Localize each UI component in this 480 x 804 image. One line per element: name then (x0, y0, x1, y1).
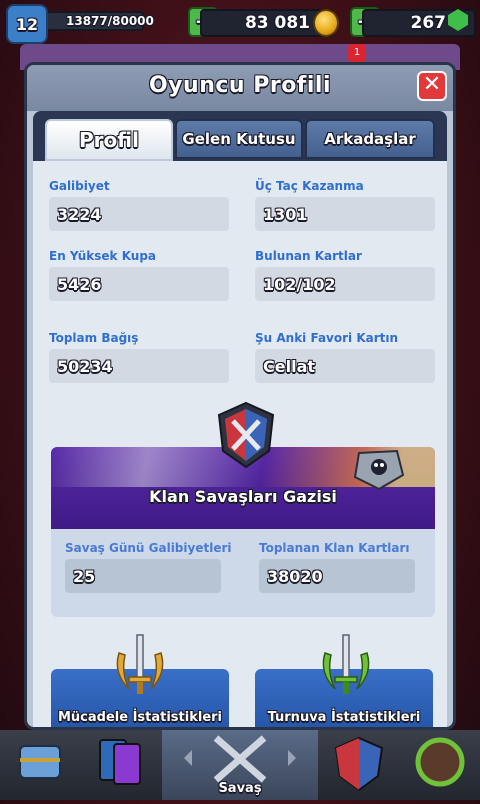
clan-cards-value: 38020 (259, 559, 415, 593)
experience-text: 13877/80000 (66, 14, 154, 28)
nav-battle[interactable]: Savaş (162, 730, 318, 800)
clan-shield-icon (334, 736, 384, 792)
gold-amount: 83 081 (244, 13, 310, 33)
nav-cards[interactable] (80, 730, 162, 800)
highest-trophy-label: En Yüksek Kupa (49, 249, 157, 263)
challenge-stats-title: Mücadele İstatistikleri (57, 710, 223, 725)
top-status-bar: 13877/80000 12 + 83 081 + 267 (0, 0, 480, 44)
notification-badge: 1 (348, 44, 366, 62)
close-button[interactable]: ✕ (417, 71, 447, 101)
experience-bar[interactable]: 13877/80000 (40, 11, 154, 31)
war-day-wins-label: Savaş Günü Galibiyetleri (65, 541, 232, 555)
modal-title: Oyuncu Profili (148, 73, 331, 98)
bottom-navigation: Savaş (0, 730, 480, 800)
tab-profil[interactable]: Profil (45, 119, 173, 161)
three-crown-value: 1301 (255, 197, 435, 231)
treasure-chest-icon (19, 745, 61, 779)
player-profile-modal: Oyuncu Profili ✕ Profil Gelen Kutusu Ark… (24, 62, 456, 730)
gem-amount: 267 (410, 13, 447, 33)
tab-label: Arkadaşlar (324, 130, 416, 148)
flying-shield-icon (353, 449, 405, 491)
wins-label: Galibiyet (49, 179, 110, 193)
total-donations-label: Toplam Bağış (49, 331, 139, 345)
battle-label: Savaş (218, 781, 262, 796)
cards-found-value: 102/102 (255, 267, 435, 301)
gold-coin-icon (313, 9, 339, 37)
profile-panel[interactable]: Galibiyet 3224 Üç Taç Kazanma 1301 En Yü… (33, 161, 447, 727)
tab-friends[interactable]: Arkadaşlar (305, 119, 435, 159)
cards-found-label: Bulunan Kartlar (255, 249, 362, 263)
highest-trophy-value: 5426 (49, 267, 229, 301)
clan-cards-label: Toplanan Klan Kartları (259, 541, 410, 555)
gold-laurel-sword-icon (116, 634, 164, 694)
green-laurel-sword-icon (322, 634, 370, 694)
tournament-laurel-icon (415, 737, 465, 787)
modal-header: Oyuncu Profili ✕ (27, 65, 453, 111)
war-day-wins-value: 25 (65, 559, 221, 593)
nav-tournaments[interactable] (400, 730, 480, 800)
nav-clan[interactable] (318, 730, 400, 800)
favorite-card-label: Şu Anki Favori Kartın (255, 331, 399, 345)
total-donations-value: 50234 (49, 349, 229, 383)
nav-shop[interactable] (0, 730, 80, 800)
level-badge[interactable]: 12 (6, 4, 48, 44)
tab-label: Gelen Kutusu (182, 130, 296, 148)
close-icon: ✕ (422, 72, 442, 97)
tournament-stats-title: Turnuva İstatistikleri (267, 710, 421, 725)
tab-label: Profil (79, 128, 139, 152)
favorite-card-value: Cellat (255, 349, 435, 383)
clan-war-emblem-icon (217, 401, 275, 469)
level-text: 12 (15, 14, 39, 34)
clan-war-stats-panel: Savaş Günü Galibiyetleri 25 Toplanan Kla… (51, 529, 435, 617)
tab-inbox[interactable]: Gelen Kutusu (175, 119, 303, 159)
three-crown-label: Üç Taç Kazanma (255, 179, 364, 193)
cards-icon (99, 739, 141, 785)
wins-value: 3224 (49, 197, 229, 231)
